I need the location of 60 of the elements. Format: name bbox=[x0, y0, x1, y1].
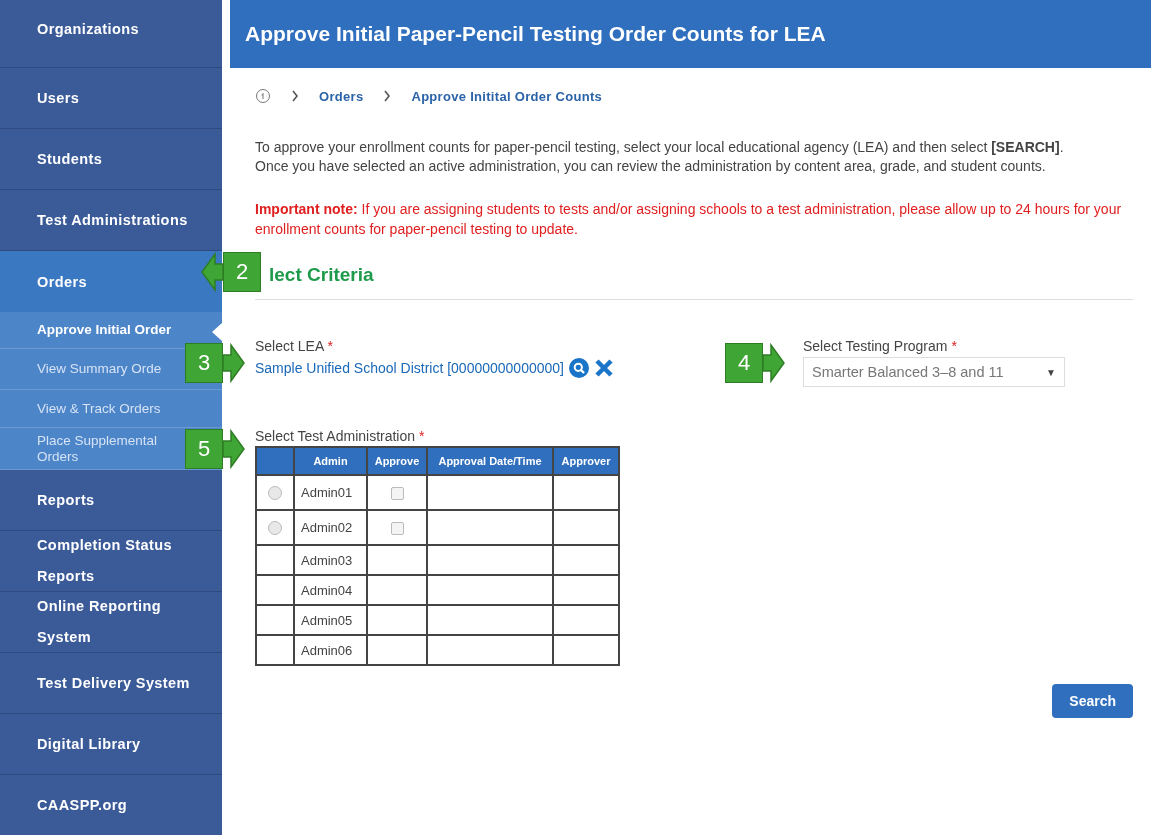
required-mark: * bbox=[951, 338, 957, 354]
table-cell bbox=[256, 575, 294, 605]
search-button[interactable]: Search bbox=[1052, 684, 1133, 718]
header-cell: Approve bbox=[367, 447, 427, 475]
sidebar-item[interactable]: Organizations bbox=[0, 0, 222, 68]
sidebar-item[interactable]: Digital Library bbox=[0, 714, 222, 775]
table-cell bbox=[256, 635, 294, 665]
required-mark: * bbox=[418, 428, 425, 444]
table-cell: Admin04 bbox=[294, 575, 367, 605]
checkbox[interactable] bbox=[390, 522, 404, 536]
sidebar-item[interactable]: Users bbox=[0, 68, 222, 129]
info-icon[interactable] bbox=[255, 88, 271, 104]
table-cell: Admin02 bbox=[294, 510, 367, 545]
breadcrumb-link[interactable]: Orders bbox=[319, 88, 364, 104]
table-cell bbox=[553, 475, 619, 510]
sidebar-item[interactable]: Completion Status Reports bbox=[0, 531, 222, 592]
sidebar-item[interactable]: Test Delivery System bbox=[0, 653, 222, 714]
table-cell: Admin06 bbox=[294, 635, 367, 665]
table-cell: Admin03 bbox=[294, 545, 367, 575]
sidebar-item[interactable]: Orders bbox=[0, 251, 222, 312]
important-note: Important note: If you are assigning students to tests and/or assigning schools to a test administration, please allow up to 24 hours for your enrollment counts for paper-pencil testing to update. bbox=[255, 200, 1123, 239]
table-cell bbox=[367, 635, 427, 665]
header-cell: Admin bbox=[294, 447, 367, 475]
table-cell bbox=[553, 635, 619, 665]
sidebar-item[interactable]: CAASPP.org bbox=[0, 775, 222, 835]
header-cell: Approval Date/Time bbox=[427, 447, 553, 475]
field-label: Select LEA bbox=[255, 338, 324, 354]
field-label: Select Testing Program bbox=[803, 338, 948, 354]
checkbox[interactable] bbox=[390, 487, 404, 501]
sidebar-item[interactable]: Online Reporting System bbox=[0, 592, 222, 653]
section-title: lect Criteria bbox=[268, 264, 375, 286]
table-cell bbox=[256, 605, 294, 635]
table-cell bbox=[553, 545, 619, 575]
chevron-icon bbox=[291, 90, 299, 102]
table-cell bbox=[553, 575, 619, 605]
table-cell bbox=[367, 605, 427, 635]
callout-badge: 2 bbox=[223, 252, 261, 292]
program-select[interactable]: Smarter Balanced 3–8 and 11 ▼ bbox=[803, 357, 1065, 387]
table-cell bbox=[367, 575, 427, 605]
callout-badge: 4 bbox=[725, 343, 763, 383]
sidebar-item[interactable]: Reports bbox=[0, 470, 222, 531]
callout-badge: 5 bbox=[185, 429, 223, 469]
sidebar-item[interactable]: Students bbox=[0, 129, 222, 190]
table-cell: Admin01 bbox=[294, 475, 367, 510]
radio-button[interactable] bbox=[268, 485, 282, 500]
radio-button[interactable] bbox=[268, 520, 282, 535]
page-title: Approve Initial Paper-Pencil Testing Order Counts for LEA bbox=[245, 22, 826, 46]
field-label: Select Test Administration bbox=[255, 428, 416, 444]
breadcrumb-link[interactable]: Approve Initital Order Counts bbox=[411, 88, 603, 104]
lea-link[interactable]: Sample Unified School District [00000000000000] bbox=[255, 360, 564, 376]
table-cell bbox=[553, 510, 619, 545]
callout-badge: 3 bbox=[185, 343, 223, 383]
search-icon[interactable] bbox=[569, 358, 589, 378]
close-icon[interactable] bbox=[594, 358, 614, 378]
table-cell bbox=[553, 605, 619, 635]
required-mark: * bbox=[327, 338, 333, 354]
intro-text: To approve your enrollment counts for paper-pencil testing, select your local educational agency (LEA) and then select [SEARCH]. Once you have selected an active administration, you can review the administration by content area, grade, and student counts. bbox=[255, 138, 1065, 176]
table-cell: Admin05 bbox=[294, 605, 367, 635]
chevron-icon bbox=[383, 90, 392, 102]
header-cell: Approver bbox=[553, 447, 619, 475]
